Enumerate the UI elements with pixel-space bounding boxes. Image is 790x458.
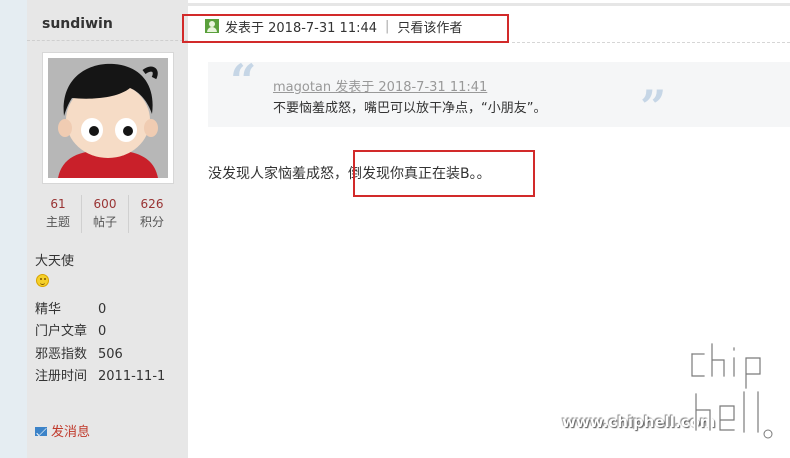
stat-threads[interactable]: 61 主题 xyxy=(35,195,82,233)
author-stats: 61 主题 600 帖子 626 积分 xyxy=(35,195,175,233)
smiley-icon xyxy=(36,274,49,287)
stat-label: 帖子 xyxy=(92,215,117,229)
post-text: 没发现人家恼羞成怒， xyxy=(208,166,348,182)
stat-value: 61 xyxy=(50,197,66,211)
cartoon-boy-avatar-icon xyxy=(48,58,168,178)
quote-meta-link[interactable]: magotan 发表于 2018-7-31 11:41 xyxy=(273,76,487,95)
chiphell-logo xyxy=(689,341,773,439)
info-row-registered: 注册时间 2011-11-1 xyxy=(35,365,165,384)
annotation-box-header xyxy=(182,14,509,43)
header-divider xyxy=(512,42,790,43)
close-quote-icon: ” xyxy=(640,80,667,134)
open-quote-icon: “ xyxy=(230,54,257,108)
stat-label: 积分 xyxy=(139,215,164,229)
stat-label: 主题 xyxy=(45,215,70,229)
quote-block: “ magotan 发表于 2018-7-31 11:41 不要恼羞成怒，嘴巴可… xyxy=(208,54,790,134)
info-row-evil-index: 邪恶指数 506 xyxy=(35,343,123,362)
avatar-image[interactable] xyxy=(48,58,168,178)
info-value: 506 xyxy=(98,347,123,362)
info-row-articles: 门户文章 0 xyxy=(35,320,106,339)
stat-posts[interactable]: 600 帖子 xyxy=(82,195,129,233)
avatar[interactable] xyxy=(42,52,174,184)
stat-points[interactable]: 626 积分 xyxy=(129,195,175,233)
divider xyxy=(27,40,188,41)
stat-value: 600 xyxy=(93,197,117,211)
info-value: 2011-11-1 xyxy=(98,369,166,384)
post-top-border xyxy=(188,3,790,6)
user-rank[interactable]: 大天使 xyxy=(35,250,74,269)
author-username[interactable]: sundiwin xyxy=(42,16,113,32)
send-message-link[interactable]: 发消息 xyxy=(35,421,90,440)
stat-value: 626 xyxy=(140,197,164,211)
info-key: 门户文章 xyxy=(35,324,88,339)
info-row-digest: 精华 0 xyxy=(35,298,106,317)
mail-icon xyxy=(35,427,47,436)
info-value: 0 xyxy=(98,324,107,339)
info-value: 0 xyxy=(98,302,107,317)
annotation-box-body xyxy=(353,150,535,197)
info-key: 精华 xyxy=(35,302,62,317)
info-key: 邪恶指数 xyxy=(35,347,88,362)
send-message-label: 发消息 xyxy=(51,425,91,440)
info-key: 注册时间 xyxy=(35,369,88,384)
quote-text: 不要恼羞成怒，嘴巴可以放干净点，“小朋友”。 xyxy=(273,101,547,116)
